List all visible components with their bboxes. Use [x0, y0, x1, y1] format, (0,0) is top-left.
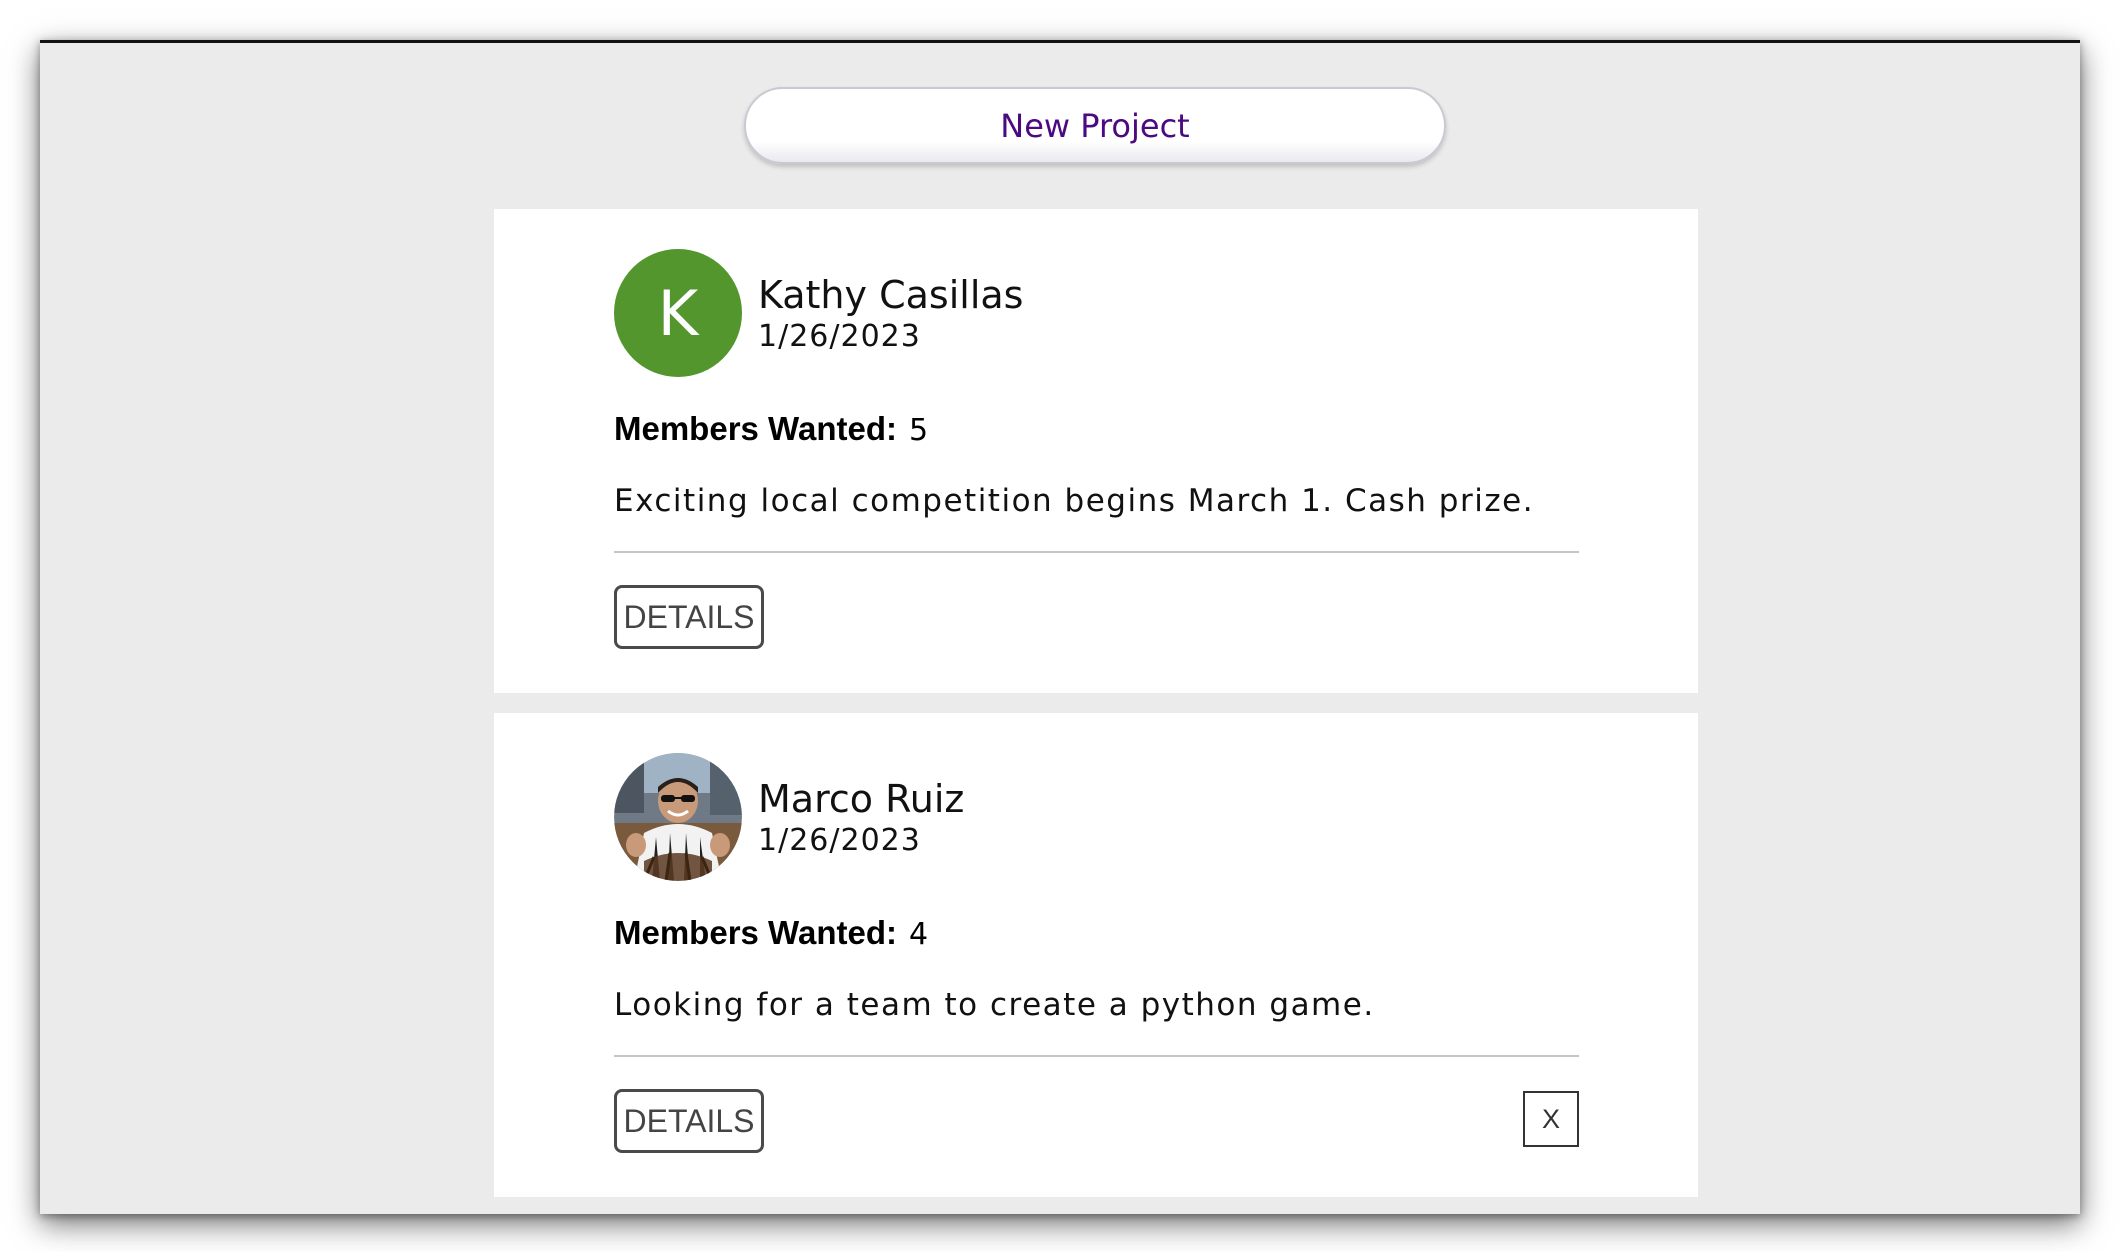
members-wanted-label: Members Wanted: — [614, 914, 897, 951]
members-wanted-value: 5 — [908, 413, 929, 448]
new-project-button[interactable]: New Project — [744, 87, 1446, 164]
post-date: 1/26/2023 — [758, 823, 921, 858]
author-info: Marco Ruiz 1/26/2023 — [758, 774, 964, 860]
card-actions: DETAILS X — [614, 1089, 1579, 1153]
members-wanted-value: 4 — [908, 917, 929, 952]
avatar-letter: K — [657, 276, 699, 350]
author-info: Kathy Casillas 1/26/2023 — [758, 270, 1023, 356]
app-window: New Project K Kathy Casillas 1/26/2023 M… — [40, 40, 2080, 1214]
avatar[interactable] — [614, 753, 742, 881]
avatar[interactable]: K — [614, 249, 742, 377]
details-button[interactable]: DETAILS — [614, 1089, 764, 1153]
author-name[interactable]: Marco Ruiz — [758, 776, 964, 822]
details-button[interactable]: DETAILS — [614, 585, 764, 649]
project-card: Marco Ruiz 1/26/2023 Members Wanted: 4 Lo… — [494, 713, 1698, 1197]
post-header: Marco Ruiz 1/26/2023 — [614, 753, 1579, 881]
project-card: K Kathy Casillas 1/26/2023 Members Wante… — [494, 209, 1698, 693]
project-description: Exciting local competition begins March … — [614, 483, 1535, 519]
card-actions: DETAILS — [614, 585, 1579, 649]
members-wanted: Members Wanted: 4 — [614, 913, 1579, 953]
post-date: 1/26/2023 — [758, 319, 921, 354]
delete-button[interactable]: X — [1523, 1091, 1579, 1147]
divider — [614, 1055, 1579, 1057]
project-description: Looking for a team to create a python ga… — [614, 987, 1375, 1023]
divider — [614, 551, 1579, 553]
user-photo-icon — [614, 753, 742, 881]
post-header: K Kathy Casillas 1/26/2023 — [614, 249, 1579, 377]
members-wanted: Members Wanted: 5 — [614, 409, 1579, 449]
project-card-content: K Kathy Casillas 1/26/2023 Members Wante… — [614, 249, 1579, 649]
author-name[interactable]: Kathy Casillas — [758, 272, 1023, 318]
members-wanted-label: Members Wanted: — [614, 410, 897, 447]
project-card-content: Marco Ruiz 1/26/2023 Members Wanted: 4 Lo… — [614, 753, 1579, 1153]
